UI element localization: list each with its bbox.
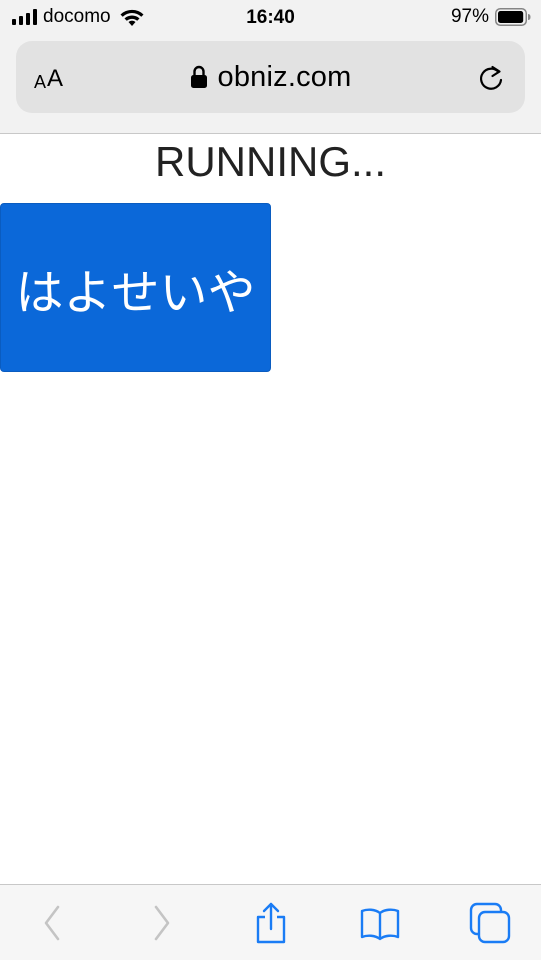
address-bar[interactable]: A A obniz.com	[16, 41, 525, 113]
browser-address-area: A A obniz.com	[0, 34, 541, 134]
share-button[interactable]	[249, 901, 293, 945]
status-bar: docomo 16:40 97%	[0, 0, 541, 34]
back-arrow-icon	[44, 905, 60, 941]
battery-percent: 97%	[450, 6, 489, 27]
battery-icon	[495, 8, 531, 26]
page-title: RUNNING...	[155, 138, 386, 185]
back-button[interactable]	[31, 901, 75, 945]
url-text: obniz.com	[217, 60, 352, 93]
forward-arrow-icon	[154, 905, 170, 941]
url-group[interactable]: obniz.com	[16, 41, 525, 113]
bookmarks-button[interactable]	[358, 901, 402, 945]
status-right: 97%	[451, 6, 531, 28]
bookmarks-icon	[360, 908, 400, 941]
reload-icon[interactable]	[477, 63, 505, 93]
browser-toolbar	[0, 884, 541, 960]
share-icon	[256, 902, 286, 944]
hurry-up-button[interactable]: はよせいや	[0, 203, 271, 372]
tabs-button[interactable]	[468, 901, 512, 945]
forward-button[interactable]	[139, 901, 183, 945]
tabs-icon	[469, 902, 511, 944]
lock-icon	[190, 65, 207, 88]
